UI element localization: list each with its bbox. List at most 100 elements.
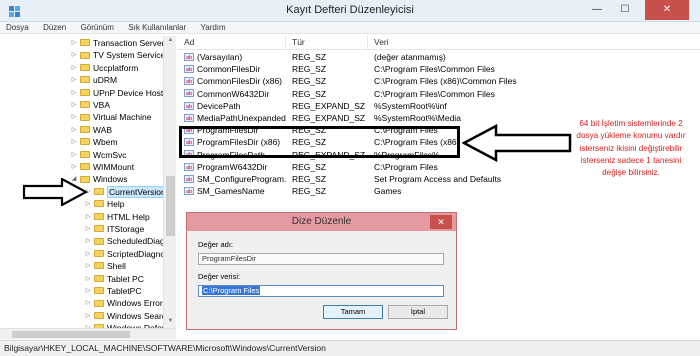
expand-chevron-icon[interactable]: ▷ [70, 111, 78, 123]
value-type: REG_SZ [292, 76, 327, 87]
tree-item[interactable]: ▷ WAB [70, 124, 112, 136]
expand-chevron-icon[interactable]: ▷ [84, 235, 92, 247]
value-type: REG_SZ [292, 161, 327, 172]
expand-chevron-icon[interactable]: ▷ [84, 273, 92, 285]
value-name: DevicePath [197, 100, 241, 111]
tree-item[interactable]: ▷ CurrentVersion [84, 185, 168, 198]
tree-item[interactable]: ▷ VBA [70, 99, 110, 111]
scroll-down-icon[interactable]: ▼ [164, 318, 177, 324]
tree-item[interactable]: ▷ ScriptedDiagnosti [84, 248, 174, 260]
menu-file[interactable]: Dosya [0, 22, 35, 34]
tree-item-label: WAB [93, 124, 113, 135]
value-type: REG_SZ [292, 52, 327, 62]
expand-chevron-icon[interactable]: ▷ [70, 62, 78, 74]
tree-item[interactable]: ▷ uDRM [70, 74, 117, 86]
tree-item[interactable]: ▷ TabletPC [84, 285, 142, 297]
value-type: REG_SZ [292, 186, 327, 197]
expand-chevron-icon[interactable]: ▷ [70, 74, 78, 86]
tree-item-label: Wbem [93, 137, 118, 148]
expand-chevron-icon[interactable]: ▷ [70, 136, 78, 148]
expand-chevron-icon[interactable]: ▷ [70, 99, 78, 111]
string-value-icon: ab [184, 101, 194, 110]
regedit-window: Kayıt Defteri Düzenleyicisi — ☐ ✕ Dosya … [0, 0, 700, 356]
value-data-label: Değer verisi: [198, 272, 241, 281]
menu-view[interactable]: Görünüm [75, 22, 120, 34]
tree-item[interactable]: ▷ UPnP Device Host [70, 87, 164, 99]
expand-chevron-icon[interactable]: ▷ [70, 149, 78, 161]
folder-icon [94, 200, 104, 208]
tree-item[interactable]: ▷ ScheduledDiagno [84, 235, 174, 247]
folder-icon [80, 163, 90, 171]
expand-chevron-icon[interactable]: ▷ [84, 297, 92, 309]
value-type: REG_SZ [292, 88, 327, 99]
title-bar[interactable]: Kayıt Defteri Düzenleyicisi — ☐ ✕ [0, 0, 700, 22]
value-row[interactable]: ab DevicePath REG_EXPAND_SZ %SystemRoot%\in… [178, 100, 700, 112]
tree-hscroll-thumb[interactable] [12, 331, 130, 338]
expand-chevron-icon[interactable]: ▷ [70, 124, 78, 136]
tree-item-label: Uccplatform [93, 62, 139, 73]
folder-icon [80, 39, 90, 47]
column-header-type[interactable]: Tür [286, 36, 368, 49]
value-row[interactable]: ab CommonFilesDir (x86) REG_SZ C:\Program F… [178, 75, 700, 87]
tree-item-label: VBA [93, 100, 111, 110]
folder-icon [94, 287, 104, 295]
menu-favorites[interactable]: Sık Kullanılanlar [122, 22, 192, 34]
column-header-data[interactable]: Veri [368, 36, 700, 49]
tree-item[interactable]: ▷ ITStorage [84, 223, 145, 235]
value-row[interactable]: ab (Varsayılan) REG_SZ (değer atanmamış) [178, 51, 700, 63]
tree-item[interactable]: ▷ Uccplatform [70, 62, 139, 74]
dialog-close-button[interactable]: ✕ [430, 215, 452, 229]
tree-item[interactable]: ▷ Wbem [70, 136, 118, 148]
menu-bar: Dosya Düzen Görünüm Sık Kullanılanlar Ya… [0, 22, 700, 34]
tree-item[interactable]: ▷ HTML Help [84, 211, 150, 223]
right-arrow-icon [22, 178, 88, 206]
expand-chevron-icon[interactable]: ▷ [84, 260, 92, 272]
value-name-field: ProgramFilesDir [198, 253, 444, 265]
expand-chevron-icon[interactable]: ▷ [70, 87, 78, 99]
ok-button[interactable]: Tamam [323, 305, 383, 319]
value-name: SM_GamesName [197, 186, 265, 197]
dialog-title[interactable]: Dize Düzenle [187, 213, 456, 231]
tree-item-label: WIMMount [93, 162, 135, 172]
value-data: C:\Program Files\Common Files [374, 64, 495, 75]
value-name: (Varsayılan) [197, 52, 243, 62]
close-button[interactable]: ✕ [645, 0, 689, 20]
status-bar-path: Bilgisayar\HKEY_LOCAL_MACHINE\SOFTWARE\M… [0, 340, 700, 356]
tree-item[interactable]: ▷ Help [84, 198, 125, 210]
tree-vscroll-thumb[interactable] [166, 176, 175, 236]
column-header-name[interactable]: Ad [178, 36, 286, 49]
tree-item[interactable]: ▷ WIMMount [70, 161, 134, 173]
expand-chevron-icon[interactable]: ▷ [84, 211, 92, 223]
tree-item[interactable]: ▷ Virtual Machine [70, 111, 152, 123]
value-row[interactable]: ab CommonFilesDir REG_SZ C:\Program Files\C… [178, 63, 700, 75]
expand-chevron-icon[interactable]: ▷ [70, 49, 78, 61]
maximize-button[interactable]: ☐ [612, 0, 638, 20]
tree-item[interactable]: ▷ Transaction Server [70, 37, 165, 49]
tree-item[interactable]: ▷ Windows Search [84, 310, 171, 322]
tree-item[interactable]: ▷ Tablet PC [84, 273, 144, 285]
expand-chevron-icon[interactable]: ▷ [70, 161, 78, 173]
tree-vertical-scrollbar[interactable]: ▲ ▼ [163, 36, 176, 328]
expand-chevron-icon[interactable]: ▷ [84, 223, 92, 235]
tree-horizontal-scrollbar[interactable] [0, 328, 176, 339]
tree-item-label: Windows Search [107, 310, 171, 321]
folder-icon [80, 88, 90, 96]
expand-chevron-icon[interactable]: ▷ [84, 248, 92, 260]
minimize-button[interactable]: — [584, 0, 610, 20]
value-data-input[interactable]: C:\Program Files [198, 285, 444, 297]
string-value-icon: ab [184, 162, 194, 171]
tree-item[interactable]: ▷ Shell [84, 260, 126, 272]
value-row[interactable]: ab CommonW6432Dir REG_SZ C:\Program Files\C… [178, 88, 700, 100]
value-name-label: Değer adı: [198, 240, 234, 249]
menu-help[interactable]: Yardım [194, 22, 231, 34]
expand-chevron-icon[interactable]: ▷ [70, 37, 78, 49]
expand-chevron-icon[interactable]: ▷ [84, 310, 92, 322]
string-value-icon: ab [184, 52, 194, 61]
tree-item[interactable]: ▷ WcmSvc [70, 149, 127, 161]
menu-edit[interactable]: Düzen [37, 22, 72, 34]
tree-item[interactable]: ▷ TV System Services [70, 49, 170, 61]
expand-chevron-icon[interactable]: ▷ [84, 285, 92, 297]
cancel-button[interactable]: İptal [388, 305, 448, 319]
scroll-up-icon[interactable]: ▲ [164, 37, 177, 43]
value-row[interactable]: ab SM_GamesName REG_SZ Games [178, 185, 700, 197]
